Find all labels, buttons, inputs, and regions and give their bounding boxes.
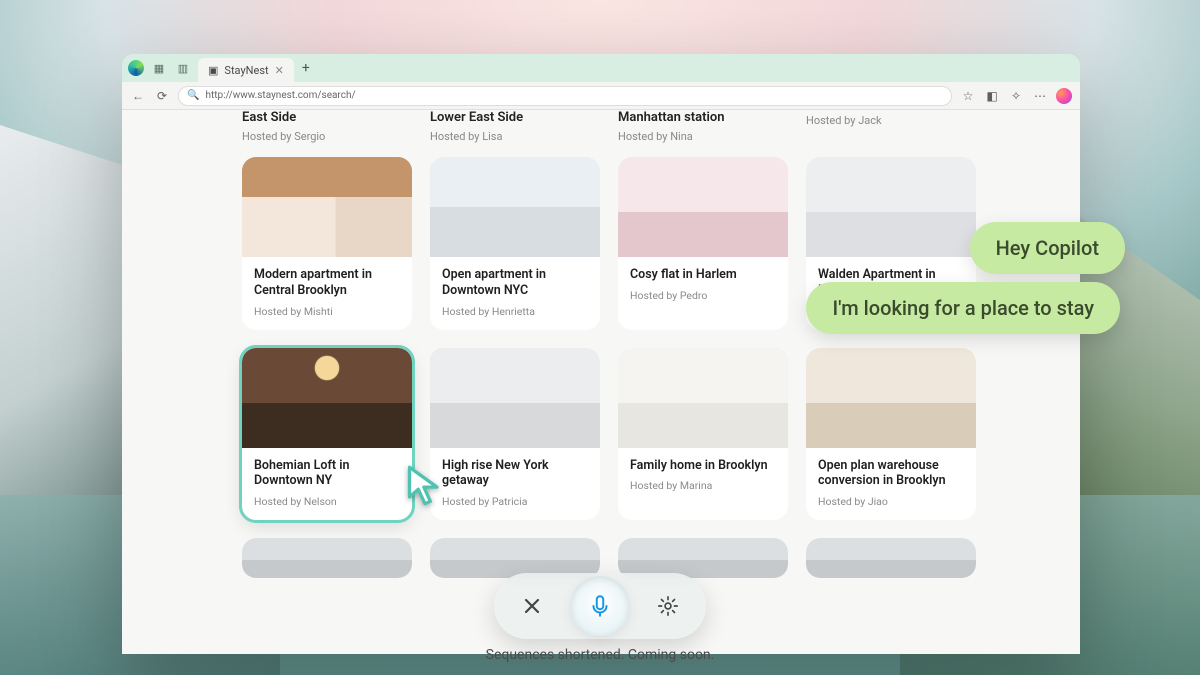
refresh-button[interactable]: ⟳ [154, 88, 170, 104]
close-voice-button[interactable] [514, 588, 550, 624]
listing-host: Hosted by Jiao [818, 495, 964, 508]
listing-title: Manhattan station [618, 110, 788, 126]
split-screen-icon[interactable]: ◧ [984, 88, 1000, 104]
listing-thumbnail [618, 348, 788, 448]
tab-favicon: ▣ [208, 64, 218, 77]
listing-title: High rise New York getaway [442, 458, 588, 489]
listing-title: Lower East Side [430, 110, 600, 126]
listing-card[interactable]: Open apartment in Downtown NYC Hosted by … [430, 157, 600, 329]
listing-card[interactable]: Bohemian Loft in Downtown NY Hosted by Ne… [242, 348, 412, 520]
listing-thumbnail [618, 157, 788, 257]
gear-icon [657, 595, 679, 617]
listing-title: Family home in Brooklyn [630, 458, 776, 474]
tab-strip: ▦ ▥ ▣ StayNest ✕ + [122, 54, 1080, 82]
copilot-icon[interactable] [1056, 88, 1072, 104]
listing-thumbnail [242, 157, 412, 257]
listing-title: Bohemian Loft in Downtown NY [254, 458, 400, 489]
microphone-button[interactable] [570, 576, 630, 636]
copilot-speech-bubble-1: Hey Copilot [970, 222, 1125, 274]
listing-card-partial[interactable] [806, 538, 976, 578]
listing-card-partial[interactable] [618, 538, 788, 578]
listing-thumbnail [430, 348, 600, 448]
close-icon [522, 596, 542, 616]
listing-card-partial[interactable] [430, 538, 600, 578]
listing-stub[interactable]: Hosted by Jack [806, 110, 976, 143]
menu-icon[interactable]: ⋯ [1032, 88, 1048, 104]
favorite-icon[interactable]: ☆ [960, 88, 976, 104]
listing-card[interactable]: Cosy flat in Harlem Hosted by Pedro [618, 157, 788, 329]
listing-card[interactable]: Open plan warehouse conversion in Brookl… [806, 348, 976, 520]
listing-title: Open plan warehouse conversion in Brookl… [818, 458, 964, 489]
voice-control-bar [494, 573, 706, 639]
workspaces-icon[interactable]: ▦ [150, 59, 168, 77]
back-button[interactable]: ← [130, 88, 146, 104]
listing-thumbnail [242, 348, 412, 448]
footer-caption: Sequences shortened. Coming soon. [486, 647, 715, 663]
listing-host: Hosted by Mishti [254, 305, 400, 318]
browser-window: ▦ ▥ ▣ StayNest ✕ + ← ⟳ 🔍 http://www.stay… [122, 54, 1080, 654]
microphone-icon [587, 593, 613, 619]
listing-host: Hosted by Nelson [254, 495, 400, 508]
url-text: http://www.staynest.com/search/ [205, 90, 355, 101]
tab-actions-icon[interactable]: ▥ [174, 59, 192, 77]
listing-card[interactable]: Modern apartment in Central Brooklyn Host… [242, 157, 412, 329]
listing-host: Hosted by Henrietta [442, 305, 588, 318]
listing-stub[interactable]: East Side Hosted by Sergio [242, 110, 412, 143]
copilot-speech-bubble-2: I'm looking for a place to stay [806, 282, 1120, 334]
voice-settings-button[interactable] [650, 588, 686, 624]
listing-card[interactable]: Family home in Brooklyn Hosted by Marina [618, 348, 788, 520]
listing-title: Cosy flat in Harlem [630, 267, 776, 283]
listing-card-partial[interactable] [242, 538, 412, 578]
listing-stub[interactable]: Lower East Side Hosted by Lisa [430, 110, 600, 143]
tab-close-icon[interactable]: ✕ [275, 64, 284, 77]
site-info-icon[interactable]: 🔍 [187, 90, 199, 101]
listing-thumbnail [806, 157, 976, 257]
new-tab-button[interactable]: + [302, 60, 310, 76]
listing-host: Hosted by Jack [806, 114, 976, 127]
listing-title: Open apartment in Downtown NYC [442, 267, 588, 298]
collections-icon[interactable]: ✧ [1008, 88, 1024, 104]
listing-host: Hosted by Marina [630, 479, 776, 492]
browser-toolbar: ← ⟳ 🔍 http://www.staynest.com/search/ ☆ … [122, 82, 1080, 110]
edge-logo-icon [128, 60, 144, 76]
listing-host: Hosted by Pedro [630, 289, 776, 302]
tab-title: StayNest [224, 64, 268, 77]
browser-tab[interactable]: ▣ StayNest ✕ [198, 58, 294, 82]
listing-stub[interactable]: Manhattan station Hosted by Nina [618, 110, 788, 143]
listing-title: East Side [242, 110, 412, 126]
listing-card[interactable]: High rise New York getaway Hosted by Patr… [430, 348, 600, 520]
listing-host: Hosted by Lisa [430, 130, 600, 143]
listing-host: Hosted by Nina [618, 130, 788, 143]
address-bar[interactable]: 🔍 http://www.staynest.com/search/ [178, 86, 952, 106]
listing-host: Hosted by Patricia [442, 495, 588, 508]
listing-host: Hosted by Sergio [242, 130, 412, 143]
listing-thumbnail [430, 157, 600, 257]
listing-title: Modern apartment in Central Brooklyn [254, 267, 400, 298]
listing-thumbnail [806, 348, 976, 448]
